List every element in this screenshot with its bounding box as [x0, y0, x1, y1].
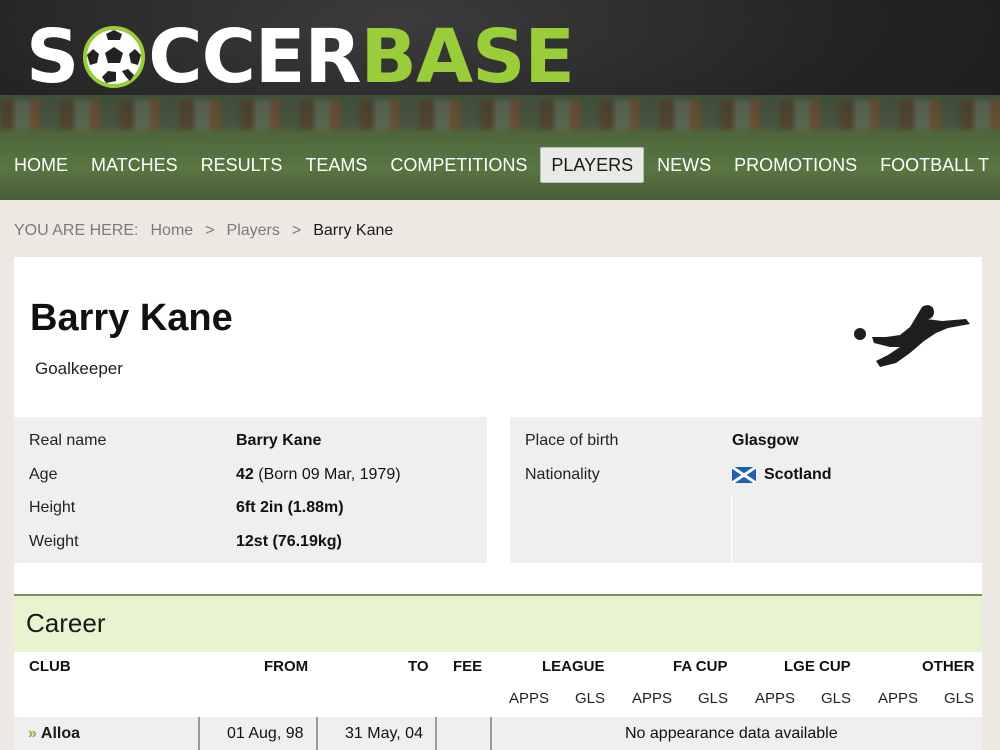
info-label: Nationality [525, 466, 600, 483]
column-divider [198, 717, 200, 750]
logo-text-s: S [26, 14, 79, 100]
breadcrumb-separator: > [205, 222, 215, 239]
nav-promotions[interactable]: PROMOTIONS [724, 148, 867, 182]
site-header: S CCER BASE HOME MATCHES RESULTS TEAMS C… [0, 0, 1000, 200]
to-cell: 31 May, 04 [345, 725, 423, 742]
subcol-league-gls: GLS [575, 690, 606, 707]
birthplace-value: Glasgow [732, 432, 799, 449]
info-label: Weight [29, 533, 79, 550]
info-divider [731, 496, 732, 563]
personal-info-right: Place of birth Glasgow Nationality Scotl… [510, 417, 982, 563]
info-row-real-name: Real name Barry Kane [14, 424, 487, 458]
info-row-birthplace: Place of birth Glasgow [510, 424, 982, 458]
column-divider [435, 717, 437, 750]
table-row: » Alloa 01 Aug, 98 31 May, 04 No appearan… [14, 717, 982, 750]
col-header-club: CLUB [29, 658, 71, 675]
info-value: 6ft 2in (1.88m) [236, 491, 344, 525]
breadcrumb: YOU ARE HERE: Home > Players > Barry Kan… [14, 222, 393, 240]
col-header-to: TO [408, 658, 429, 675]
breadcrumb-home[interactable]: Home [150, 222, 193, 240]
subcol-other-apps: APPS [878, 690, 919, 707]
main-nav: HOME MATCHES RESULTS TEAMS COMPETITIONS … [0, 146, 1000, 184]
nav-matches[interactable]: MATCHES [81, 148, 188, 182]
info-value: 12st (76.19kg) [236, 525, 342, 559]
info-value: 42 (Born 09 Mar, 1979) [236, 458, 401, 492]
age-value: 42 [236, 466, 254, 483]
from-cell: 01 Aug, 98 [227, 725, 304, 742]
col-header-other: OTHER [922, 658, 975, 675]
nav-teams[interactable]: TEAMS [295, 148, 377, 182]
info-label: Age [29, 466, 58, 483]
career-header: Career [14, 594, 982, 652]
col-header-league: LEAGUE [542, 658, 605, 675]
breadcrumb-current: Barry Kane [313, 222, 394, 239]
player-name: Barry Kane [30, 297, 233, 339]
info-row-height: Height 6ft 2in (1.88m) [14, 491, 487, 525]
info-row-nationality: Nationality Scotland [510, 458, 982, 492]
nav-football-tips[interactable]: FOOTBALL T [870, 148, 999, 182]
player-card: Barry Kane Goalkeeper Real name Barry Ka… [14, 257, 982, 750]
breadcrumb-players[interactable]: Players [227, 222, 280, 240]
real-name-value: Barry Kane [236, 432, 322, 449]
nav-players[interactable]: PLAYERS [540, 147, 645, 183]
info-label: Place of birth [525, 432, 619, 449]
subcol-lgecup-gls: GLS [821, 690, 852, 707]
nav-results[interactable]: RESULTS [191, 148, 293, 182]
career-title: Career [26, 608, 106, 638]
col-header-lge-cup: LGE CUP [784, 658, 851, 675]
col-header-from: FROM [264, 658, 309, 675]
player-position: Goalkeeper [35, 359, 123, 378]
info-value: Barry Kane [236, 424, 321, 458]
logo-text-base: BASE [360, 14, 575, 100]
subcol-league-apps: APPS [509, 690, 550, 707]
col-header-fee: FEE [453, 658, 483, 675]
double-chevron-right-icon: » [28, 725, 37, 742]
nav-home[interactable]: HOME [4, 148, 78, 182]
height-value: 6ft 2in (1.88m) [236, 499, 344, 516]
nav-news[interactable]: NEWS [647, 148, 721, 182]
subcol-facup-apps: APPS [632, 690, 673, 707]
info-label: Height [29, 499, 76, 516]
breadcrumb-prefix: YOU ARE HERE: [14, 222, 139, 239]
logo-text-ccer: CCER [148, 14, 361, 100]
column-divider [316, 717, 318, 750]
weight-value: 12st (76.19kg) [236, 533, 342, 550]
club-link[interactable]: Alloa [41, 725, 80, 742]
breadcrumb-separator: > [291, 222, 302, 239]
football-icon [83, 26, 146, 88]
info-row-weight: Weight 12st (76.19kg) [14, 525, 487, 559]
personal-info-left: Real name Barry Kane Age 42 (Born 09 Mar… [14, 417, 487, 563]
subcol-lgecup-apps: APPS [755, 690, 796, 707]
stadium-stands [0, 100, 1000, 130]
column-divider [490, 717, 492, 750]
birth-date-value: (Born 09 Mar, 1979) [253, 466, 401, 483]
soccerbase-logo[interactable]: S CCER BASE [26, 14, 575, 100]
info-value: Glasgow [732, 424, 799, 458]
club-cell[interactable]: » Alloa [28, 717, 80, 750]
info-value: Scotland [732, 458, 832, 492]
nav-competitions[interactable]: COMPETITIONS [380, 148, 537, 182]
info-row-age: Age 42 (Born 09 Mar, 1979) [14, 458, 487, 492]
scotland-flag-icon [732, 467, 756, 483]
nationality-value[interactable]: Scotland [764, 458, 832, 492]
goalkeeper-silhouette-icon [854, 305, 970, 367]
col-header-fa-cup: FA CUP [673, 658, 728, 675]
subcol-facup-gls: GLS [698, 690, 729, 707]
subcol-other-gls: GLS [944, 690, 975, 707]
no-appearance-note: No appearance data available [625, 725, 838, 742]
info-label: Real name [29, 432, 107, 449]
